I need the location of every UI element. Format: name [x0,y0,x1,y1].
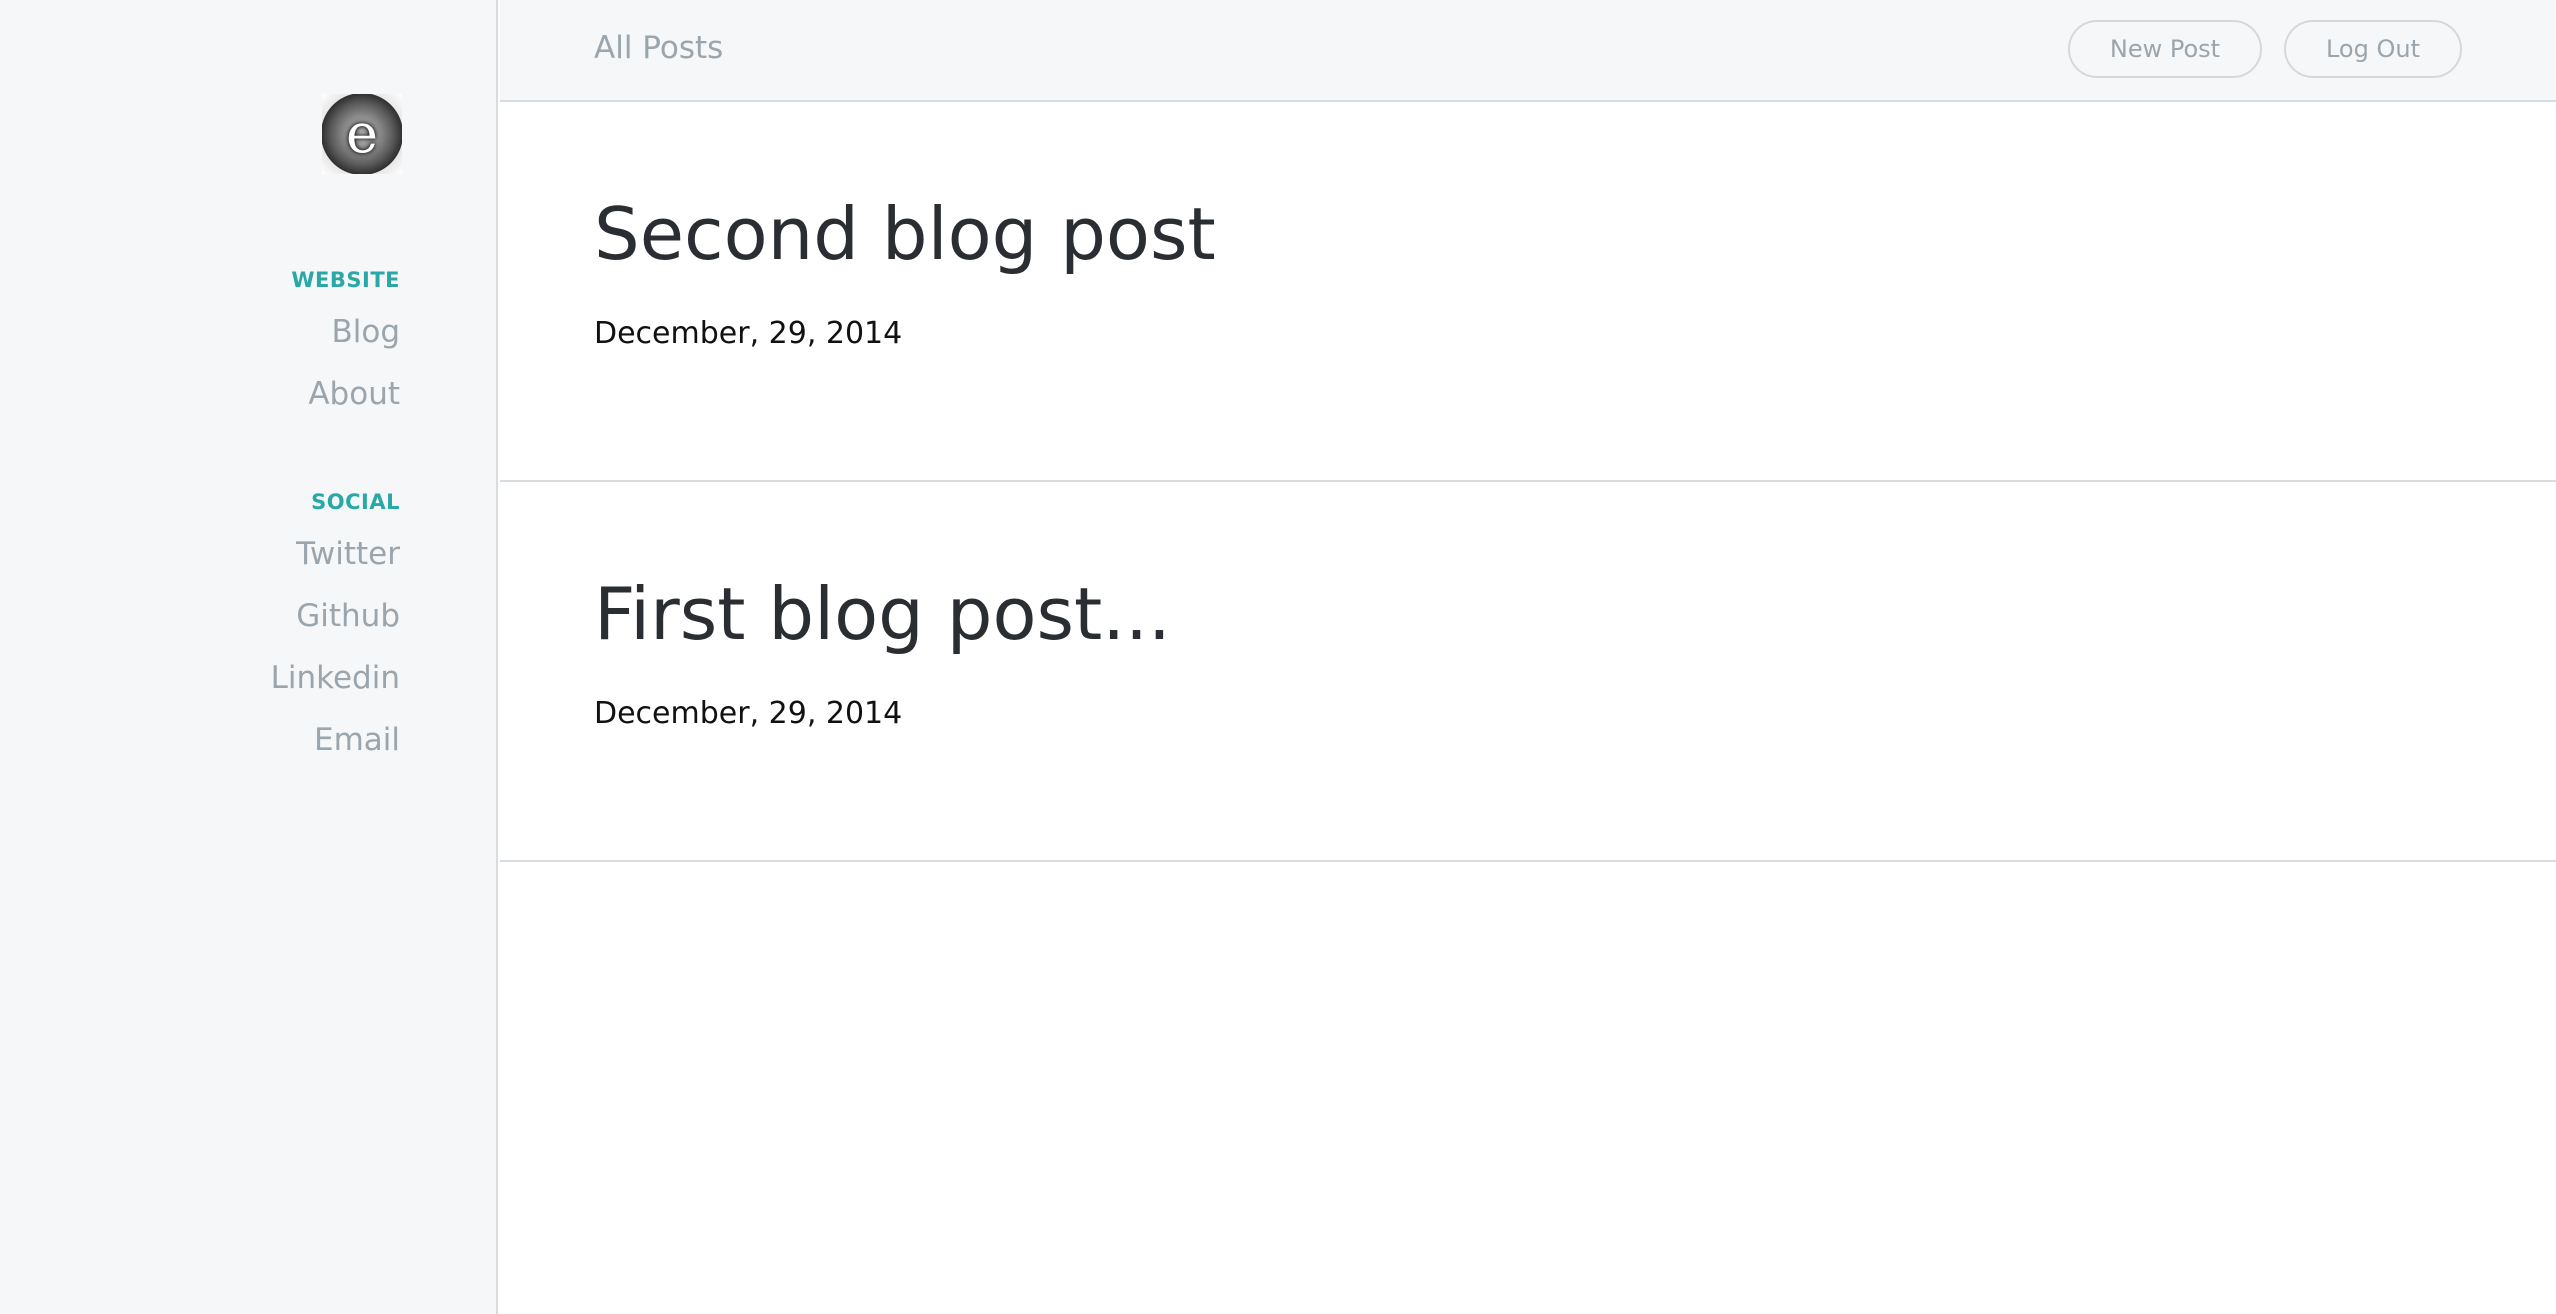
post-title[interactable]: First blog post... [594,578,1171,650]
post-item: First blog post... December, 29, 2014 [500,482,2556,862]
logo-letter: e [346,102,378,165]
sidebar-link-about[interactable]: About [291,376,400,412]
page-title[interactable]: All Posts [594,30,723,66]
new-post-button[interactable]: New Post [2068,20,2262,78]
site-logo[interactable]: e [322,94,402,174]
post-title[interactable]: Second blog post [594,198,1216,270]
sidebar-link-email[interactable]: Email [271,722,400,758]
sidebar-heading-website: WEBSITE [291,268,400,292]
sidebar-link-blog[interactable]: Blog [291,314,400,350]
sidebar-section-social: SOCIAL Twitter Github Linkedin Email [271,490,400,758]
post-date: December, 29, 2014 [594,696,903,731]
post-date: December, 29, 2014 [594,316,903,351]
sidebar-link-linkedin[interactable]: Linkedin [271,660,400,696]
page: e WEBSITE Blog About SOCIAL Twitter Gith… [0,0,2556,1314]
post-item: Second blog post December, 29, 2014 [500,102,2556,482]
top-bar: All Posts New Post Log Out [500,0,2556,102]
sidebar-section-website: WEBSITE Blog About [291,268,400,412]
sidebar-link-github[interactable]: Github [271,598,400,634]
sidebar: e WEBSITE Blog About SOCIAL Twitter Gith… [0,0,498,1314]
sidebar-heading-social: SOCIAL [311,490,400,514]
post-list: Second blog post December, 29, 2014 Firs… [500,102,2556,862]
log-out-button[interactable]: Log Out [2284,20,2462,78]
sidebar-link-twitter[interactable]: Twitter [271,536,400,572]
